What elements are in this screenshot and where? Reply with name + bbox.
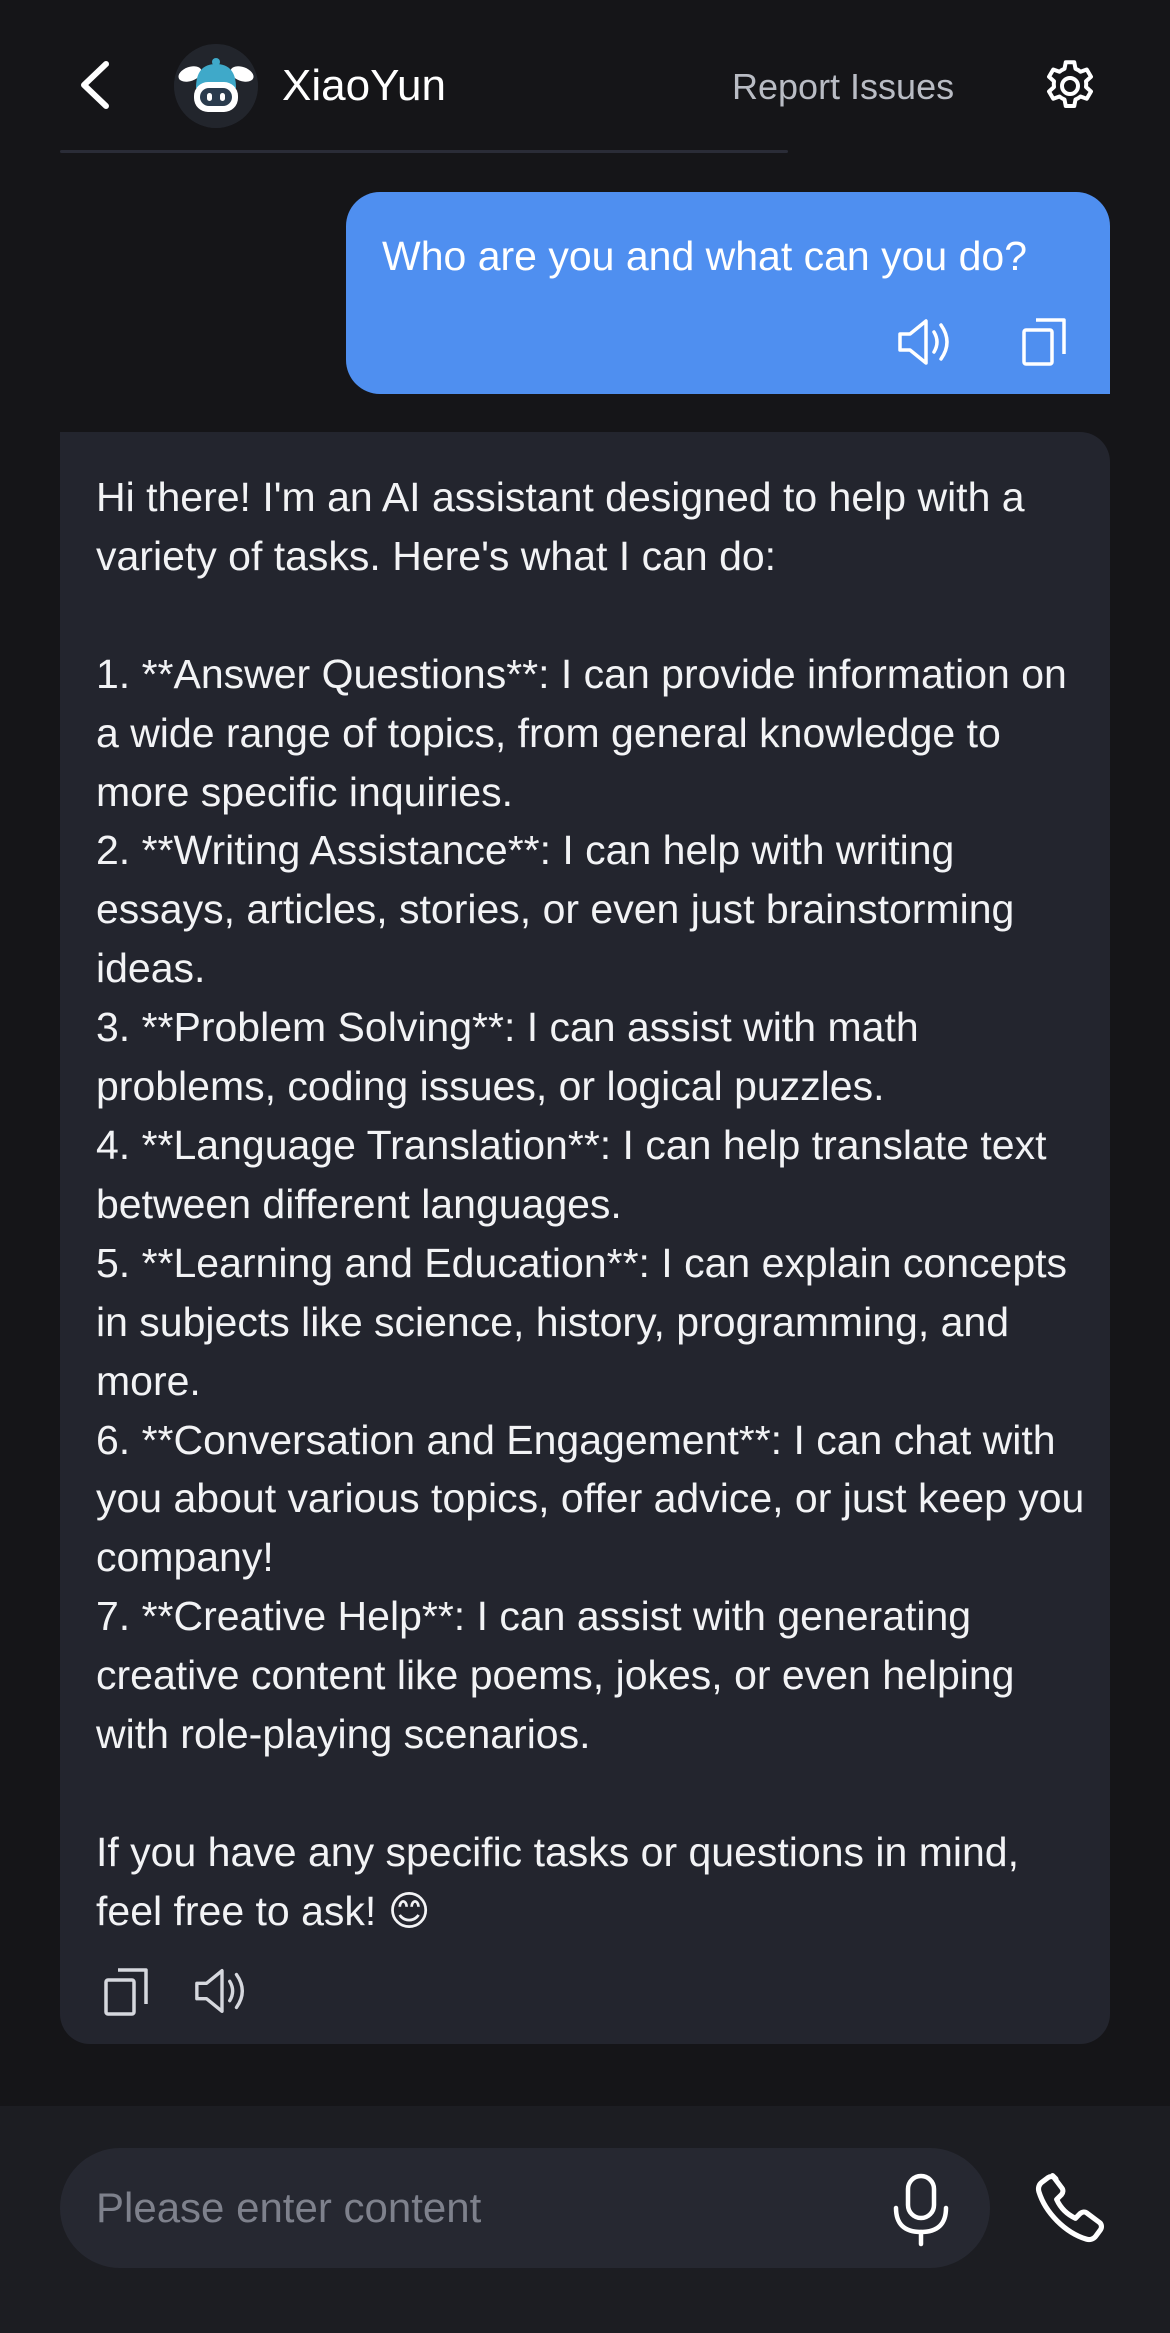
microphone-icon	[893, 2173, 949, 2247]
header-bar: XiaoYun Report Issues	[0, 0, 1170, 160]
message-input[interactable]	[96, 2176, 876, 2240]
voice-input-button[interactable]	[882, 2170, 960, 2250]
chevron-left-icon	[81, 61, 109, 109]
user-message-bubble: Who are you and what can you do?	[346, 192, 1110, 394]
assistant-message-text: Hi there! I'm an AI assistant designed t…	[96, 474, 1085, 1934]
assistant-speak-button[interactable]	[190, 1962, 254, 2020]
input-bar	[0, 2106, 1170, 2333]
assistant-message-bubble: Hi there! I'm an AI assistant designed t…	[60, 432, 1110, 2044]
user-copy-button[interactable]	[1018, 312, 1074, 372]
speaker-icon	[898, 319, 949, 365]
back-button[interactable]	[70, 52, 124, 118]
assistant-copy-button[interactable]	[98, 1962, 154, 2020]
settings-button[interactable]	[1040, 56, 1100, 116]
speaker-icon	[195, 1969, 244, 2013]
avatar	[174, 44, 258, 128]
gear-icon	[1047, 60, 1093, 108]
phone-icon	[1035, 2173, 1105, 2243]
user-speak-button[interactable]	[894, 312, 958, 372]
voice-call-button[interactable]	[1030, 2166, 1112, 2248]
user-message-text: Who are you and what can you do?	[382, 233, 1028, 279]
report-issues-link[interactable]: Report Issues	[732, 62, 954, 112]
copy-icon	[104, 1968, 148, 2016]
robot-avatar-icon	[174, 44, 258, 128]
message-input-container	[60, 2148, 990, 2268]
copy-icon	[1022, 318, 1066, 366]
chat-title: XiaoYun	[282, 61, 446, 110]
header-divider	[60, 150, 788, 153]
chat-screen: XiaoYun Report Issues Who are you and wh…	[0, 0, 1170, 2333]
